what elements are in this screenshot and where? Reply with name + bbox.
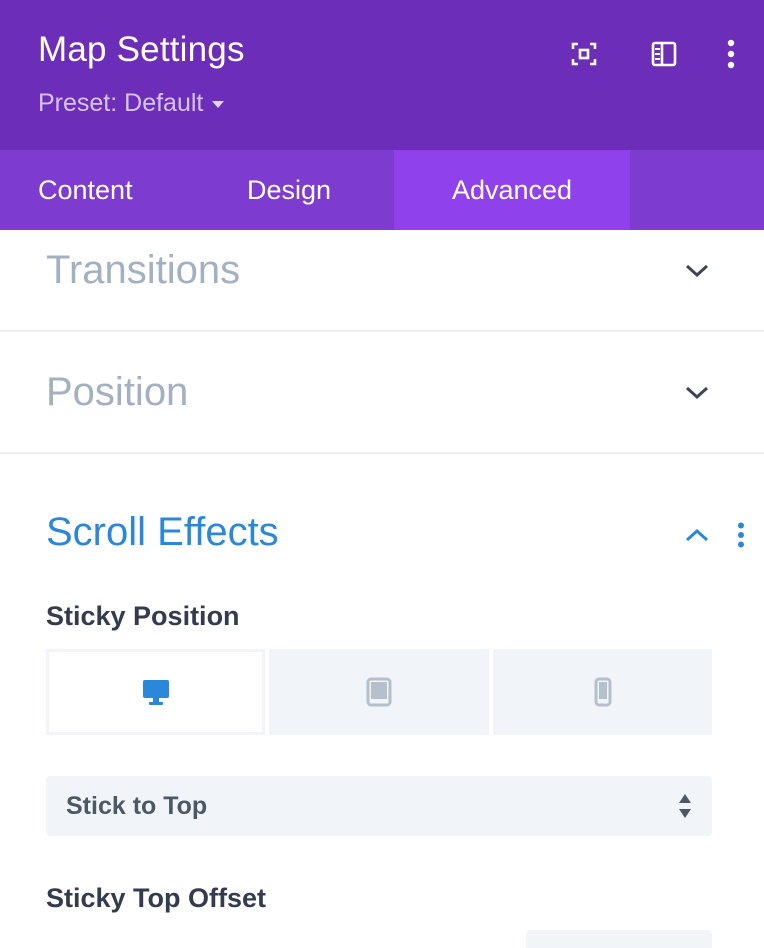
tablet-icon [366,677,392,707]
chevron-down-icon[interactable] [682,378,712,408]
sidebar-layout-icon[interactable] [648,38,680,70]
sticky-top-offset-input[interactable] [526,930,712,948]
section-transitions[interactable]: Transitions [0,230,764,332]
device-tab-phone[interactable] [493,649,712,735]
section-title-position: Position [46,370,189,414]
device-switcher [46,649,712,735]
modal-title: Map Settings [38,30,245,69]
settings-tabs: Content Design Advanced [0,150,764,230]
section-title-transitions: Transitions [46,248,241,292]
chevron-up-icon[interactable] [682,520,712,550]
section-more-icon[interactable] [730,519,752,551]
sticky-position-value: Stick to Top [66,791,208,820]
sticky-top-offset-label: Sticky Top Offset [46,883,267,913]
device-tab-desktop[interactable] [46,649,265,735]
sticky-position-label: Sticky Position [46,601,240,631]
chevron-down-icon[interactable] [682,256,712,286]
phone-icon [594,677,611,707]
desktop-icon [142,680,169,705]
sticky-position-select[interactable]: Stick to Top [46,776,712,836]
tab-advanced[interactable]: Advanced [394,150,630,230]
device-tab-tablet[interactable] [269,649,489,735]
preset-label: Preset: Default [38,89,204,117]
section-position[interactable]: Position [0,332,764,454]
preset-dropdown[interactable]: Preset: Default [38,89,225,118]
tab-content[interactable]: Content [0,150,184,230]
tabs-filler [630,150,764,230]
settings-header: Map Settings Preset: Default [0,0,764,150]
select-arrows-icon [678,793,692,826]
caret-down-icon [212,101,225,108]
more-vertical-icon[interactable] [715,38,747,70]
focus-icon[interactable] [568,38,600,70]
section-title-scroll-effects[interactable]: Scroll Effects [46,510,279,555]
tab-design[interactable]: Design [184,150,394,230]
